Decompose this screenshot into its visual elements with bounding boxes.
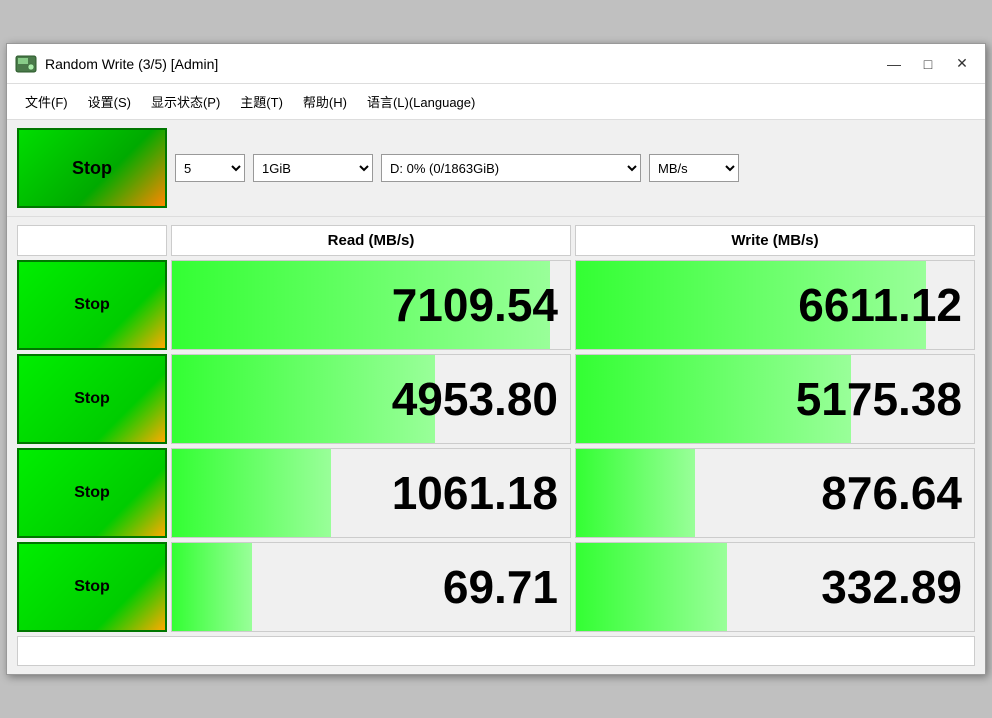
read-bar-3 bbox=[172, 449, 331, 537]
maximize-button[interactable]: □ bbox=[913, 52, 943, 76]
header-write: Write (MB/s) bbox=[575, 225, 975, 256]
header-empty bbox=[17, 225, 167, 256]
drive-select[interactable]: D: 0% (0/1863GiB) bbox=[381, 154, 641, 182]
status-bar bbox=[17, 636, 975, 666]
main-content: Read (MB/s) Write (MB/s) Stop 7109.54 66… bbox=[7, 217, 985, 674]
read-cell-3: 1061.18 bbox=[171, 448, 571, 538]
stop-button-2[interactable]: Stop bbox=[17, 354, 167, 444]
title-text: Random Write (3/5) [Admin] bbox=[45, 56, 218, 72]
menu-item-P[interactable]: 显示状态(P) bbox=[141, 88, 230, 115]
read-value-4: 69.71 bbox=[443, 560, 558, 614]
read-value-1: 7109.54 bbox=[392, 278, 558, 332]
app-window: Random Write (3/5) [Admin] — □ ✕ 文件(F)设置… bbox=[6, 43, 986, 675]
disk-icon bbox=[15, 53, 37, 75]
write-cell-3: 876.64 bbox=[575, 448, 975, 538]
count-select[interactable]: 5 bbox=[175, 154, 245, 182]
write-value-2: 5175.38 bbox=[796, 372, 962, 426]
size-select[interactable]: 1GiB bbox=[253, 154, 373, 182]
close-button[interactable]: ✕ bbox=[947, 52, 977, 76]
write-value-1: 6611.12 bbox=[798, 278, 962, 332]
menu-item-H[interactable]: 帮助(H) bbox=[293, 88, 357, 115]
stop-button-1[interactable]: Stop bbox=[17, 260, 167, 350]
stop-button-3[interactable]: Stop bbox=[17, 448, 167, 538]
write-value-4: 332.89 bbox=[821, 560, 962, 614]
read-cell-1: 7109.54 bbox=[171, 260, 571, 350]
header-read: Read (MB/s) bbox=[171, 225, 571, 256]
table-row: Stop 7109.54 6611.12 bbox=[17, 260, 975, 350]
title-left: Random Write (3/5) [Admin] bbox=[15, 53, 218, 75]
stop-button-4[interactable]: Stop bbox=[17, 542, 167, 632]
read-value-2: 4953.80 bbox=[392, 372, 558, 426]
write-bar-3 bbox=[576, 449, 695, 537]
menu-item-T[interactable]: 主題(T) bbox=[230, 88, 293, 115]
menu-item-F[interactable]: 文件(F) bbox=[15, 88, 78, 115]
table-row: Stop 1061.18 876.64 bbox=[17, 448, 975, 538]
unit-select[interactable]: MB/s bbox=[649, 154, 739, 182]
menu-bar: 文件(F)设置(S)显示状态(P)主題(T)帮助(H)语言(L)(Languag… bbox=[7, 84, 985, 120]
toolbar: Stop 5 1GiB D: 0% (0/1863GiB) MB/s bbox=[7, 120, 985, 217]
minimize-button[interactable]: — bbox=[879, 52, 909, 76]
menu-item-S[interactable]: 设置(S) bbox=[78, 88, 141, 115]
read-cell-4: 69.71 bbox=[171, 542, 571, 632]
title-controls: — □ ✕ bbox=[879, 52, 977, 76]
menu-item-LLanguage[interactable]: 语言(L)(Language) bbox=[357, 88, 485, 115]
table-header: Read (MB/s) Write (MB/s) bbox=[17, 225, 975, 256]
write-cell-4: 332.89 bbox=[575, 542, 975, 632]
title-bar: Random Write (3/5) [Admin] — □ ✕ bbox=[7, 44, 985, 84]
table-row: Stop 4953.80 5175.38 bbox=[17, 354, 975, 444]
write-bar-4 bbox=[576, 543, 727, 631]
write-cell-2: 5175.38 bbox=[575, 354, 975, 444]
read-value-3: 1061.18 bbox=[392, 466, 558, 520]
write-cell-1: 6611.12 bbox=[575, 260, 975, 350]
write-value-3: 876.64 bbox=[821, 466, 962, 520]
main-stop-button[interactable]: Stop bbox=[17, 128, 167, 208]
read-bar-4 bbox=[172, 543, 252, 631]
read-cell-2: 4953.80 bbox=[171, 354, 571, 444]
table-row: Stop 69.71 332.89 bbox=[17, 542, 975, 632]
